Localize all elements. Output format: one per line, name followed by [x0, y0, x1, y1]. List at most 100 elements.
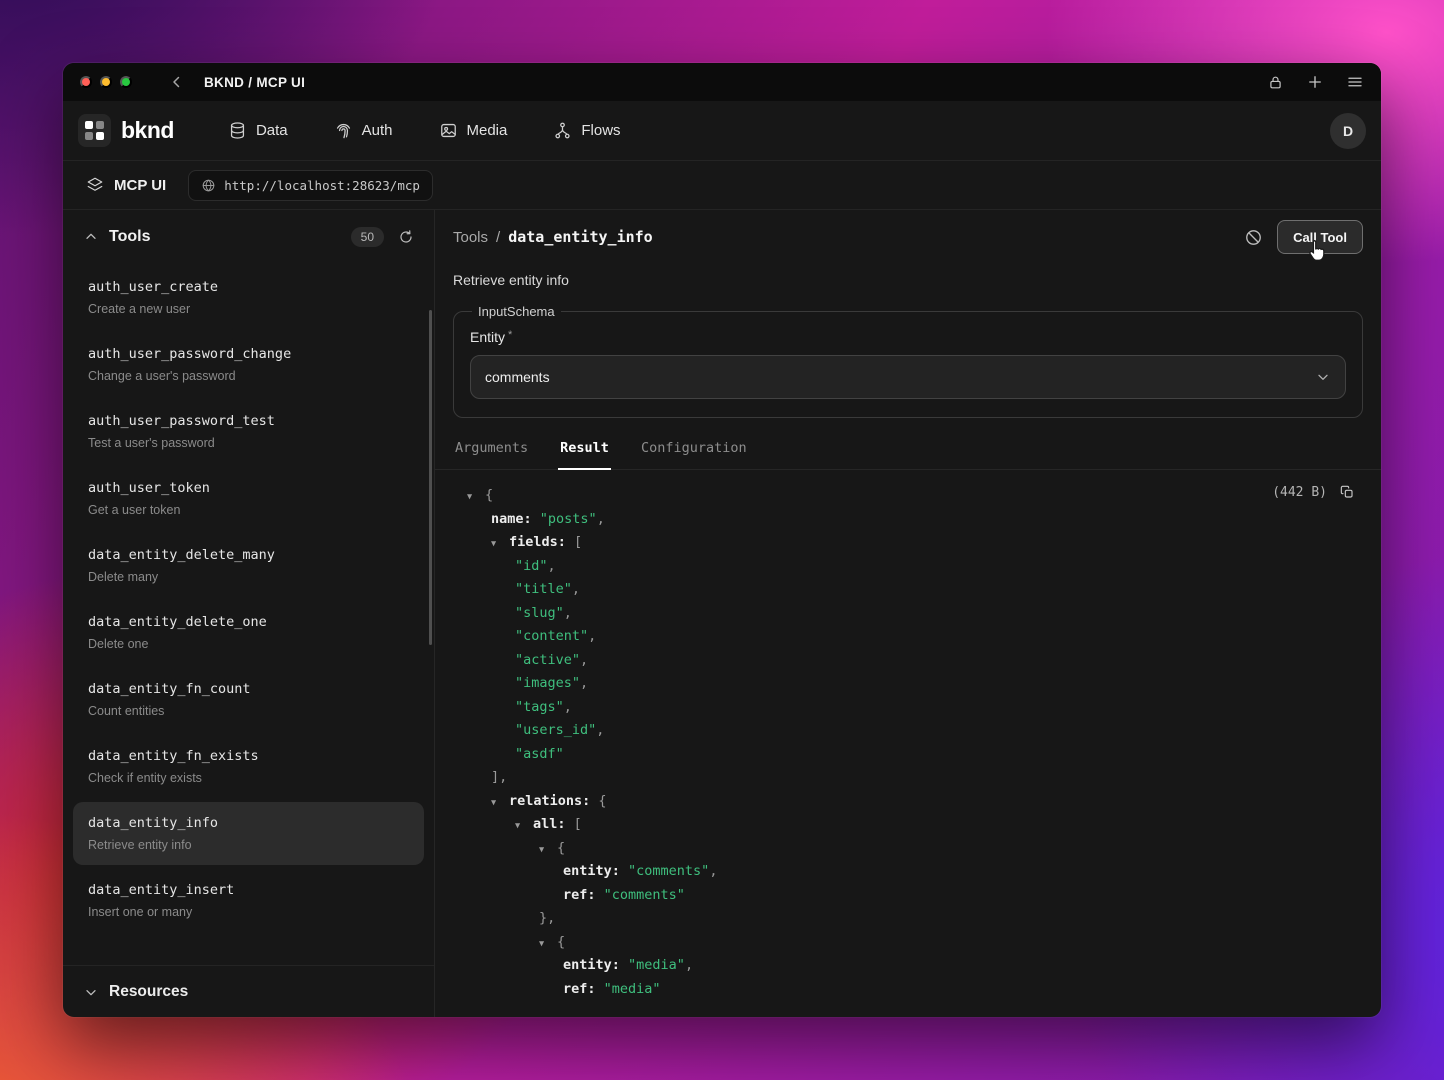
json-token: ,	[580, 675, 588, 691]
title-bar: BKND / MCP UI	[63, 63, 1381, 101]
nav-item-auth[interactable]: Auth	[334, 121, 393, 140]
tools-title: Tools	[109, 228, 150, 246]
json-token: ,	[597, 511, 605, 527]
tool-description: Delete one	[88, 637, 409, 651]
layers-icon	[86, 176, 104, 194]
sidebar-tool-item[interactable]: data_entity_delete_oneDelete one	[73, 601, 424, 664]
json-line: entity: "media",	[453, 954, 1363, 978]
required-asterisk: *	[508, 329, 512, 341]
tool-name: data_entity_insert	[88, 882, 409, 898]
minimize-button[interactable]	[100, 76, 112, 88]
nav-item-flows[interactable]: Flows	[553, 121, 620, 140]
copy-result-button[interactable]	[1339, 484, 1355, 500]
sidebar-tool-item[interactable]: auth_user_password_changeChange a user's…	[73, 333, 424, 396]
nav-item-data[interactable]: Data	[228, 121, 288, 140]
tool-description: Test a user's password	[88, 436, 409, 450]
json-token: ,	[685, 957, 693, 973]
desktop-background: BKND / MCP UI bknd	[0, 0, 1444, 1080]
entity-select[interactable]: comments	[470, 355, 1346, 399]
collapse-arrow-icon[interactable]: ▼	[467, 486, 485, 510]
brand-wordmark: bknd	[121, 117, 174, 144]
tab-configuration[interactable]: Configuration	[639, 440, 749, 470]
json-token: "images"	[515, 675, 580, 691]
tab-arguments[interactable]: Arguments	[453, 440, 530, 470]
tool-description: Insert one or many	[88, 905, 409, 919]
nav-item-media[interactable]: Media	[439, 121, 508, 140]
sidebar-tool-item[interactable]: data_entity_fn_existsCheck if entity exi…	[73, 735, 424, 798]
breadcrumb: Tools / data_entity_info	[453, 228, 653, 246]
json-line: "title",	[453, 578, 1363, 602]
app-navbar: bknd Data Auth Media Flows	[63, 101, 1381, 160]
json-line: },	[453, 907, 1363, 931]
sidebar-tool-item[interactable]: data_entity_delete_manyDelete many	[73, 534, 424, 597]
json-line: "id",	[453, 555, 1363, 579]
json-token: },	[539, 910, 555, 926]
titlebar-actions	[1267, 73, 1364, 91]
json-token: "id"	[515, 558, 548, 574]
brand-logo: bknd	[78, 114, 174, 147]
collapse-arrow-icon[interactable]: ▼	[539, 933, 557, 957]
json-line: ▼all: [	[453, 813, 1363, 837]
lock-button[interactable]	[1267, 74, 1284, 91]
input-schema-legend: InputSchema	[472, 304, 561, 319]
tools-actions: 50	[351, 227, 414, 247]
sidebar-tool-item[interactable]: auth_user_createCreate a new user	[73, 266, 424, 329]
sidebar-tool-item[interactable]: auth_user_password_test Test a user's pas…	[73, 400, 424, 463]
breadcrumb-current: data_entity_info	[508, 228, 653, 246]
tool-name: data_entity_fn_count	[88, 681, 409, 697]
nav-item-label: Media	[467, 122, 508, 139]
json-token: [	[574, 534, 582, 550]
image-icon	[439, 121, 458, 140]
sidebar-tool-item[interactable]: data_entity_fn_countCount entities	[73, 668, 424, 731]
user-avatar[interactable]: D	[1330, 113, 1366, 149]
json-token: ,	[709, 863, 717, 879]
tool-description: Retrieve entity info	[88, 838, 409, 852]
json-token: {	[485, 487, 493, 503]
tab-result[interactable]: Result	[558, 440, 611, 470]
chevron-down-icon	[83, 984, 99, 1000]
json-token: ,	[596, 722, 604, 738]
tool-description: Get a user token	[88, 503, 409, 517]
json-line: "slug",	[453, 602, 1363, 626]
menu-button[interactable]	[1346, 73, 1364, 91]
json-token: all:	[533, 816, 574, 832]
sidebar-tool-item[interactable]: auth_user_tokenGet a user token	[73, 467, 424, 530]
back-button[interactable]	[168, 73, 186, 91]
breadcrumb-separator: /	[496, 229, 500, 246]
server-url-chip[interactable]: http://localhost:28623/mcp	[188, 170, 433, 201]
workflow-icon	[553, 121, 572, 140]
collapse-arrow-icon[interactable]: ▼	[539, 839, 557, 863]
copy-icon	[1339, 484, 1355, 500]
chevron-up-icon	[83, 229, 99, 245]
tools-collapse-button[interactable]	[83, 229, 99, 245]
tool-name: data_entity_delete_many	[88, 547, 409, 563]
collapse-arrow-icon[interactable]: ▼	[515, 815, 533, 839]
collapse-arrow-icon[interactable]: ▼	[491, 792, 509, 816]
json-token: "tags"	[515, 699, 564, 715]
fingerprint-icon	[334, 121, 353, 140]
new-tab-button[interactable]	[1306, 73, 1324, 91]
json-line: name: "posts",	[453, 508, 1363, 532]
json-token: "active"	[515, 652, 580, 668]
breadcrumb-tools-link[interactable]: Tools	[453, 229, 488, 246]
disable-tool-button[interactable]	[1244, 228, 1263, 247]
json-line: "active",	[453, 649, 1363, 673]
refresh-tools-button[interactable]	[398, 229, 414, 245]
json-line: ref: "comments"	[453, 884, 1363, 908]
mcp-ui-label: MCP UI	[86, 176, 166, 194]
json-token: {	[557, 934, 565, 950]
sidebar-tool-item[interactable]: data_entity_infoRetrieve entity info	[73, 802, 424, 865]
sidebar-tool-item[interactable]: data_entity_insert Insert one or many	[73, 869, 424, 932]
chevron-left-icon	[168, 73, 186, 91]
result-meta: (442 B)	[1272, 484, 1355, 500]
tool-name: auth_user_password_test	[88, 413, 409, 429]
resources-section-header[interactable]: Resources	[63, 965, 434, 1017]
json-token: "comments"	[628, 863, 709, 879]
tool-description: Change a user's password	[88, 369, 409, 383]
server-url: http://localhost:28623/mcp	[224, 178, 420, 193]
sidebar-scrollbar[interactable]	[429, 310, 432, 645]
collapse-arrow-icon[interactable]: ▼	[491, 533, 509, 557]
zoom-button[interactable]	[120, 76, 132, 88]
call-tool-button[interactable]: Call Tool	[1277, 220, 1363, 254]
close-button[interactable]	[80, 76, 92, 88]
